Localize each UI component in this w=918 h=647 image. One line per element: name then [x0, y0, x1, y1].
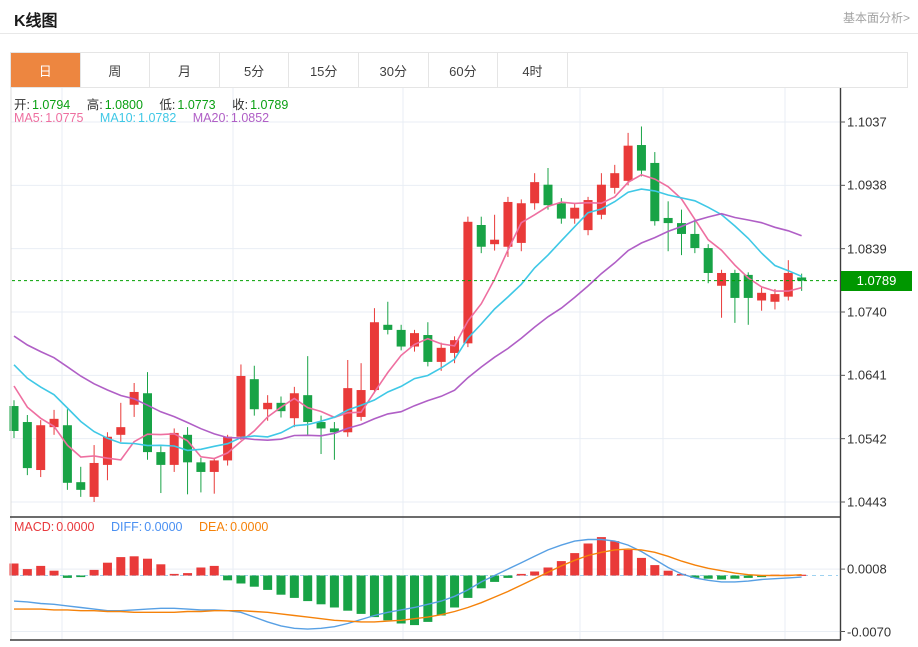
- high-label: 高:: [86, 98, 103, 112]
- macd-axis-label: 0.0008: [847, 561, 887, 577]
- ma20-value: 1.0852: [230, 111, 270, 125]
- dea-label: DEA:: [198, 520, 229, 534]
- ma5-label: MA5:: [14, 111, 44, 125]
- ma5-value: 1.0775: [45, 111, 84, 125]
- macd-value: 0.0000: [56, 520, 95, 534]
- price-axis-label: 1.0641: [847, 367, 887, 383]
- macd-axis-label: -0.0070: [847, 624, 892, 639]
- macd-header: MACD: 0.0000 DIFF: 0.0000 DEA: 0.0000: [14, 520, 281, 534]
- close-label: 收:: [232, 98, 249, 112]
- open-label: 开:: [14, 98, 30, 112]
- price-axis-label: 1.0443: [847, 494, 887, 510]
- low-label: 低:: [159, 98, 176, 112]
- close-value: 1.0789: [250, 98, 289, 112]
- diff-value: 0.0000: [144, 520, 183, 534]
- price-axis-label: 1.0938: [847, 177, 887, 193]
- price-axis-label: 1.1037: [847, 114, 887, 130]
- high-value: 1.0800: [104, 98, 143, 112]
- current-price-badge: 1.0789: [841, 270, 912, 291]
- ma20-label: MA20:: [192, 111, 229, 125]
- ma-header: MA5: 1.0775 MA10: 1.0782 MA20: 1.0852: [14, 111, 282, 125]
- kline-page: K线图 基本面分析> 日周月 5分 15分 30分 60分 4时 开: 1.0794 高: 1…: [0, 0, 918, 647]
- price-axis-label: 1.0839: [847, 241, 887, 257]
- ma10-label: MA10:: [99, 111, 137, 125]
- macd-label: MACD:: [14, 520, 55, 534]
- price-axis-label: 1.0740: [847, 304, 887, 320]
- low-value: 1.0773: [177, 98, 216, 112]
- dea-value: 0.0000: [230, 520, 269, 534]
- diff-label: DIFF:: [111, 520, 143, 534]
- open-value: 1.0794: [31, 98, 71, 112]
- price-axis-label: 1.0542: [847, 431, 887, 447]
- ma10-value: 1.0782: [138, 111, 177, 125]
